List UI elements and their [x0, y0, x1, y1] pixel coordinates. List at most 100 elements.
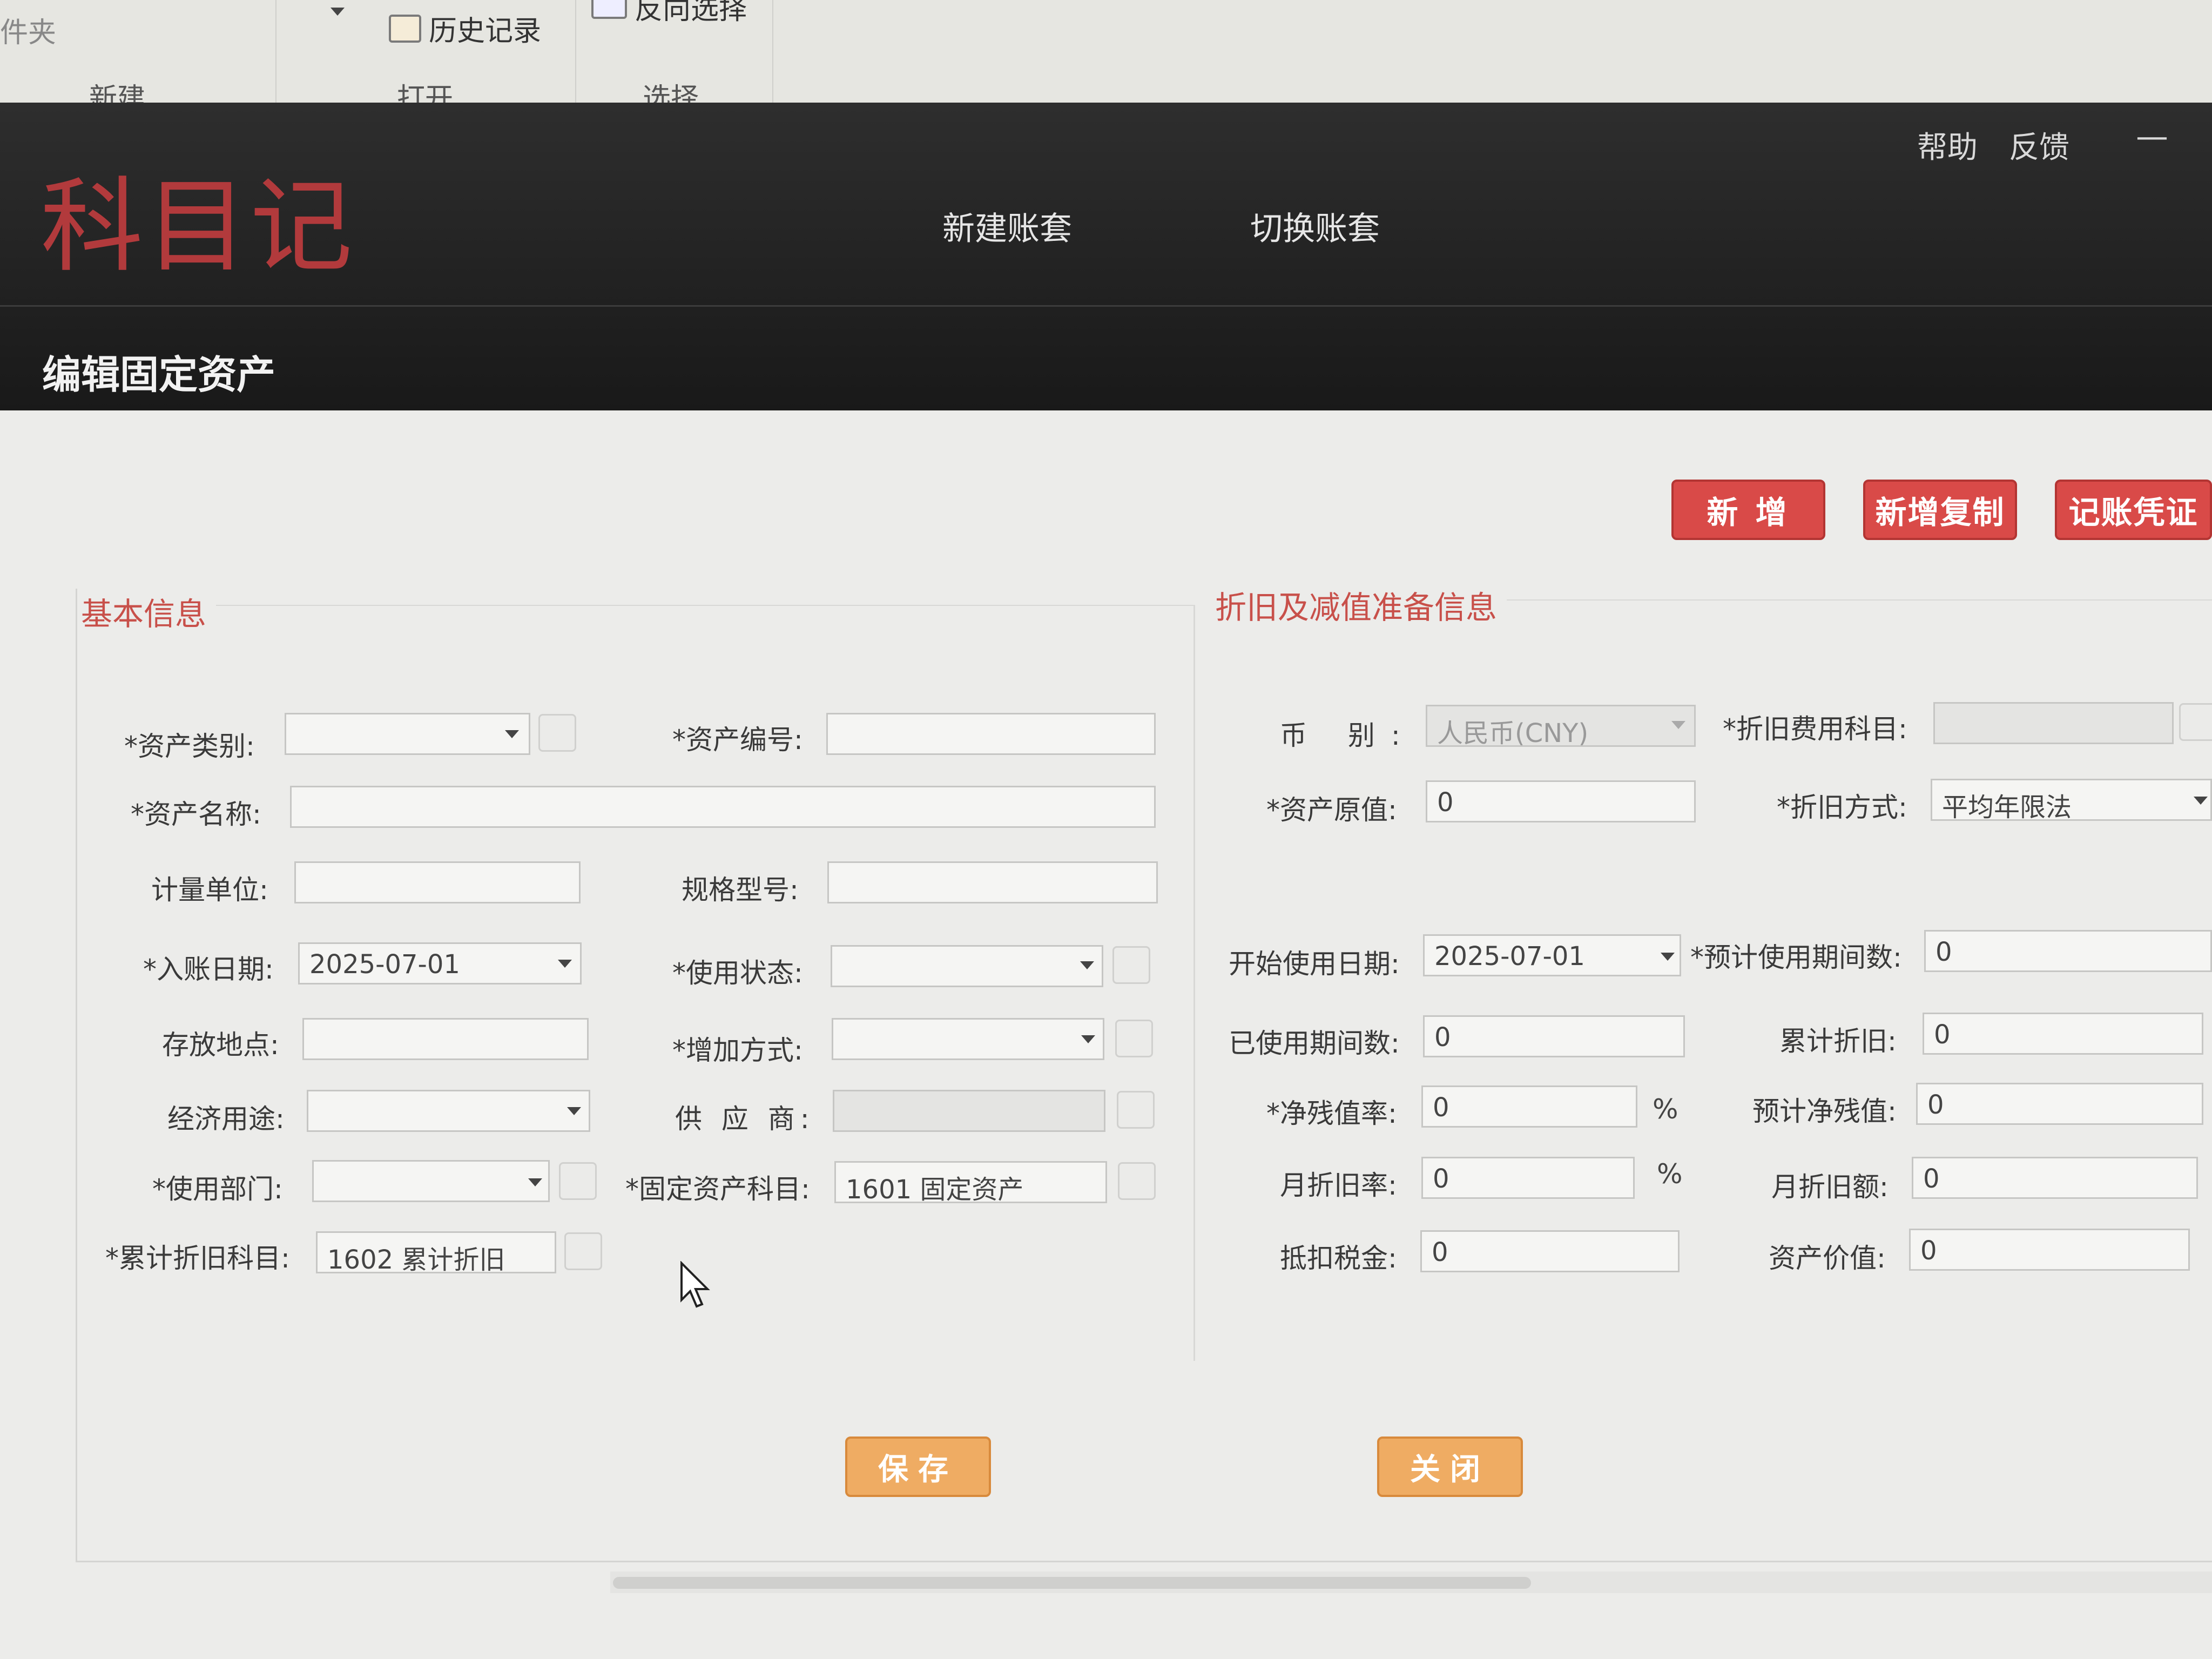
original-value-label: *资产原值: [1266, 794, 1397, 826]
add-method-label: *增加方式: [672, 1035, 803, 1066]
department-select[interactable] [312, 1160, 550, 1202]
chevron-down-icon[interactable] [505, 730, 519, 738]
add-method-select[interactable] [832, 1018, 1104, 1060]
chevron-down-icon[interactable] [1671, 721, 1685, 729]
start-date-label: 开始使用日期: [1229, 948, 1400, 980]
reverse-select-button[interactable]: 反向选择 [591, 0, 747, 27]
save-button[interactable]: 保存 [845, 1437, 991, 1497]
residual-rate-unit: % [1653, 1094, 1678, 1125]
dep-expense-browse-button[interactable] [2179, 703, 2212, 741]
fa-account-input[interactable]: 1601 固定资产 [834, 1161, 1107, 1203]
help-link[interactable]: 帮助 [1917, 123, 1978, 167]
voucher-button[interactable]: 记账凭证 [2055, 480, 2212, 540]
add-copy-button[interactable]: 新增复制 [1863, 480, 2017, 540]
history-label: 历史记录 [429, 15, 542, 48]
unit-input[interactable] [294, 861, 581, 903]
currency-label: 币 别: [1280, 720, 1417, 751]
page-title: 编辑固定资产 [42, 352, 276, 397]
expected-residual-label: 预计净残值: [1752, 1096, 1897, 1127]
dep-method-select[interactable]: 平均年限法 [1931, 779, 2212, 821]
calendar-dropdown-icon[interactable] [1661, 953, 1675, 961]
chevron-down-icon[interactable] [1080, 961, 1094, 969]
calendar-dropdown-icon[interactable] [558, 960, 572, 968]
monthly-amount-label: 月折旧额: [1771, 1171, 1889, 1203]
acc-dep-account-browse-button[interactable] [564, 1232, 602, 1270]
expected-residual-input[interactable]: 0 [1916, 1083, 2203, 1125]
residual-rate-input[interactable]: 0 [1421, 1085, 1637, 1128]
minimize-button[interactable]: — [2136, 118, 2168, 156]
expected-periods-label: *预计使用期间数: [1690, 942, 1902, 973]
supplier-label: 供 应 商: [675, 1103, 815, 1135]
mouse-cursor-icon [680, 1261, 710, 1308]
app-logo: 科目记 [41, 167, 355, 286]
acc-dep-account-input[interactable]: 1602 累计折旧 [316, 1231, 556, 1273]
used-periods-label: 已使用期间数: [1229, 1028, 1400, 1059]
asset-code-input[interactable] [826, 713, 1156, 755]
dep-expense-label: *折旧费用科目: [1723, 713, 1907, 745]
department-label: *使用部门: [152, 1174, 283, 1205]
ribbon-group-new: 件夹 新建 [0, 0, 276, 115]
location-input[interactable] [302, 1018, 589, 1060]
chevron-down-icon[interactable] [567, 1107, 581, 1115]
asset-category-label: *资产类别: [124, 731, 255, 762]
spec-input[interactable] [827, 861, 1158, 903]
economic-use-label: 经济用途: [167, 1103, 285, 1135]
start-date-input[interactable]: 2025-07-01 [1423, 934, 1681, 976]
monthly-rate-input[interactable]: 0 [1421, 1157, 1635, 1199]
entry-date-input[interactable]: 2025-07-01 [298, 942, 582, 984]
reverse-select-label: 反向选择 [635, 0, 747, 26]
ribbon-folder-label: 件夹 [0, 17, 57, 49]
scrollbar-thumb[interactable] [613, 1577, 1531, 1589]
asset-category-select[interactable] [285, 713, 530, 755]
usage-status-browse-button[interactable] [1112, 946, 1150, 984]
residual-rate-label: *净残值率: [1266, 1098, 1397, 1129]
basic-info-divider [216, 605, 1193, 606]
original-value-input[interactable]: 0 [1426, 780, 1696, 822]
department-browse-button[interactable] [559, 1162, 597, 1200]
history-button[interactable]: 历史记录 [389, 8, 541, 49]
asset-name-input[interactable] [290, 786, 1156, 828]
usage-status-select[interactable] [831, 945, 1103, 987]
used-periods-input[interactable]: 0 [1423, 1015, 1685, 1057]
fa-account-browse-button[interactable] [1118, 1162, 1156, 1200]
tax-input[interactable]: 0 [1420, 1230, 1680, 1272]
ribbon-group-open: 历史记录 打开 [275, 0, 576, 115]
acc-dep-account-label: *累计折旧科目: [105, 1243, 290, 1274]
dep-info-title: 折旧及减值准备信息 [1215, 589, 1498, 626]
add-method-browse-button[interactable] [1115, 1020, 1153, 1057]
monthly-rate-unit: % [1657, 1158, 1683, 1190]
chevron-down-icon[interactable] [528, 1178, 542, 1186]
asset-name-label: *资产名称: [131, 799, 261, 830]
dep-info-divider [1507, 599, 2212, 601]
tax-label: 抵扣税金: [1280, 1243, 1397, 1274]
spec-label: 规格型号: [682, 874, 799, 906]
header-divider [0, 305, 2212, 307]
monthly-rate-label: 月折旧率: [1280, 1170, 1397, 1201]
unit-label: 计量单位: [151, 874, 268, 906]
feedback-link[interactable]: 反馈 [2009, 123, 2069, 167]
supplier-input[interactable] [833, 1090, 1105, 1132]
asset-value-input[interactable]: 0 [1909, 1229, 2190, 1271]
supplier-browse-button[interactable] [1117, 1091, 1155, 1129]
nav-new-account-set[interactable]: 新建账套 [942, 203, 1072, 249]
close-button[interactable]: 关闭 [1377, 1437, 1523, 1497]
expected-periods-input[interactable]: 0 [1924, 930, 2212, 972]
usage-status-label: *使用状态: [672, 957, 803, 989]
basic-info-title: 基本信息 [81, 596, 207, 632]
fa-account-label: *固定资产科目: [625, 1174, 810, 1205]
currency-select[interactable]: 人民币(CNY) [1426, 705, 1696, 747]
asset-code-label: *资产编号: [672, 724, 803, 756]
chevron-down-icon[interactable] [1081, 1035, 1095, 1043]
chevron-down-icon[interactable] [2194, 797, 2208, 805]
location-label: 存放地点: [162, 1029, 279, 1061]
acc-dep-input[interactable]: 0 [1923, 1013, 2203, 1055]
add-button[interactable]: 新 增 [1671, 480, 1825, 540]
dep-method-label: *折旧方式: [1777, 792, 1907, 823]
asset-category-browse-button[interactable] [538, 714, 576, 752]
monthly-amount-input[interactable]: 0 [1912, 1157, 2198, 1199]
select-icon [591, 0, 627, 19]
history-icon [389, 14, 421, 43]
economic-use-select[interactable] [307, 1090, 590, 1132]
dep-expense-input[interactable] [1933, 702, 2174, 744]
nav-switch-account-set[interactable]: 切换账套 [1250, 203, 1380, 249]
